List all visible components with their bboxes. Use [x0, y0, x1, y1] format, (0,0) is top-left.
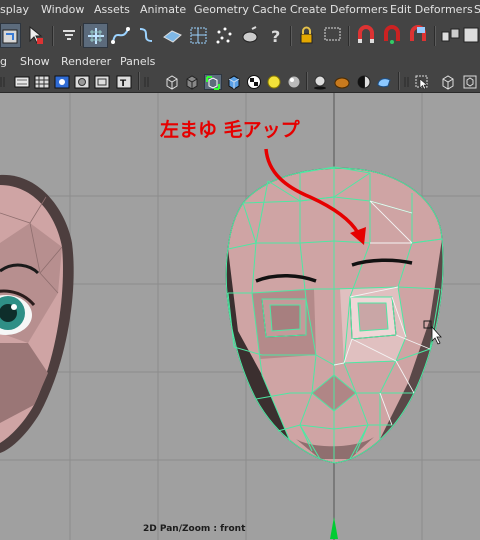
x-ray-icon[interactable] [376, 74, 392, 90]
help-icon[interactable]: ? [264, 23, 289, 48]
front-viewport[interactable]: 左まゆ 毛アップ 2D Pan/Zoom : front [0, 93, 480, 540]
magnet-select-icon[interactable] [354, 23, 379, 48]
snap-to-curves-icon[interactable] [108, 23, 133, 48]
scatter-points-icon[interactable] [212, 23, 237, 48]
camera-attributes-icon[interactable] [14, 74, 30, 90]
panel-menu-bar: g Show Renderer Panels [0, 52, 480, 72]
camera-label: 2D Pan/Zoom : front [143, 524, 246, 534]
snap-to-points-icon[interactable] [134, 23, 159, 48]
smooth-shade-cube-icon[interactable] [184, 74, 200, 90]
shadows-icon[interactable] [312, 74, 328, 90]
magnet-component-icon[interactable] [380, 23, 405, 48]
svg-text:T: T [120, 79, 127, 89]
menu-edit-deformers[interactable]: Edit Deformers [390, 3, 473, 17]
panel-menu-show[interactable]: Show [20, 55, 50, 69]
toolbar-separator [52, 26, 54, 46]
panel-menu-shading[interactable]: g [0, 55, 7, 69]
all-lights-icon[interactable] [286, 74, 302, 90]
collapse-shelf-icon[interactable] [57, 23, 82, 48]
make-live-icon[interactable] [186, 23, 211, 48]
toolbar-separator [290, 26, 292, 46]
image-plane-icon[interactable] [54, 74, 70, 90]
grid-icon[interactable] [34, 74, 50, 90]
main-menu-bar: splay Window Assets Animate Geometry Cac… [0, 0, 480, 20]
magnet-object-icon[interactable] [406, 23, 431, 48]
menu-create-deformers[interactable]: Create Deformers [290, 3, 388, 17]
field-chart-icon[interactable]: T [116, 74, 132, 90]
ipr-render-icon[interactable] [462, 23, 480, 48]
menu-geometry-cache[interactable]: Geometry Cache [194, 3, 287, 17]
menu-window[interactable]: Window [41, 3, 84, 17]
toolbar-separator [138, 72, 140, 90]
annotation-label: 左まゆ 毛アップ [160, 119, 300, 141]
isolate-select-icon[interactable] [356, 74, 372, 90]
frame-all-icon[interactable] [462, 74, 478, 90]
panel-menu-renderer[interactable]: Renderer [61, 55, 111, 69]
menu-assets[interactable]: Assets [94, 3, 130, 17]
history-icon[interactable] [238, 23, 263, 48]
character-face-model[interactable] [0, 174, 74, 453]
svg-text:?: ? [271, 27, 280, 46]
select-mode-button[interactable] [0, 23, 21, 48]
panel-toolbar: T [0, 72, 480, 93]
menu-display[interactable]: splay [0, 3, 29, 17]
toolbar-separator [306, 72, 308, 90]
snap-to-view-plane-icon[interactable] [160, 23, 185, 48]
wireframe-on-shaded-button[interactable] [204, 74, 222, 90]
toolbar-separator [348, 26, 350, 46]
high-quality-icon[interactable] [334, 74, 350, 90]
resolution-gate-icon[interactable] [74, 74, 90, 90]
wireframe-cube-icon[interactable] [164, 74, 180, 90]
status-line-toolbar: ? [0, 20, 480, 53]
toolbar-handle [404, 74, 410, 90]
input-output-icon[interactable] [438, 23, 463, 48]
viewport-scene [0, 93, 480, 540]
toolbar-handle [0, 74, 6, 90]
toolbar-handle [144, 74, 150, 90]
menu-skin[interactable]: S [474, 3, 480, 17]
textured-cube-icon[interactable] [226, 74, 242, 90]
lock-icon[interactable] [294, 23, 319, 48]
safe-action-icon[interactable] [94, 74, 110, 90]
select-camera-icon[interactable] [414, 74, 430, 90]
default-light-icon[interactable] [266, 74, 282, 90]
select-hierarchy-icon[interactable] [24, 23, 49, 48]
snap-to-grid-button[interactable] [83, 23, 108, 48]
toolbar-separator [434, 26, 436, 46]
toolbar-separator [80, 26, 82, 46]
checker-texture-icon[interactable] [246, 74, 262, 90]
panel-menu-panels[interactable]: Panels [120, 55, 155, 69]
menu-animate[interactable]: Animate [140, 3, 186, 17]
toolbar-separator [398, 72, 400, 90]
view-axis-icon [330, 517, 338, 539]
render-region-icon[interactable] [320, 23, 345, 48]
frame-selected-icon[interactable] [440, 74, 456, 90]
